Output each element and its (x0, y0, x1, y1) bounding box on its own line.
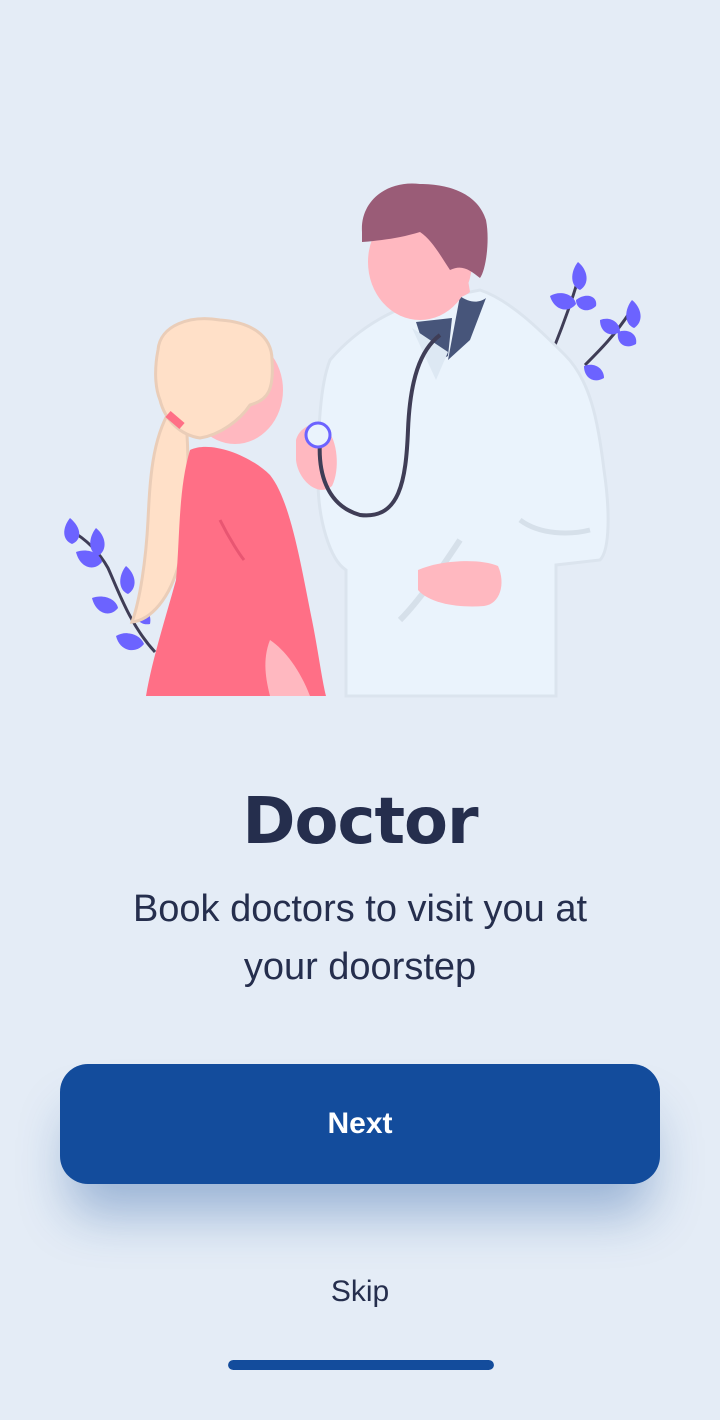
onboarding-subtitle: Book doctors to visit you at your doorst… (132, 888, 588, 988)
doctor-figure (296, 183, 610, 698)
doctor-patient-illustration (64, 183, 641, 698)
onboarding-progress (228, 1360, 494, 1370)
next-button[interactable]: Next (60, 1064, 660, 1184)
skip-link[interactable]: Skip (260, 1266, 460, 1318)
onboarding-title: Doctor (242, 785, 478, 859)
onboarding-progress-fill (228, 1360, 494, 1370)
patient-figure (129, 317, 326, 696)
